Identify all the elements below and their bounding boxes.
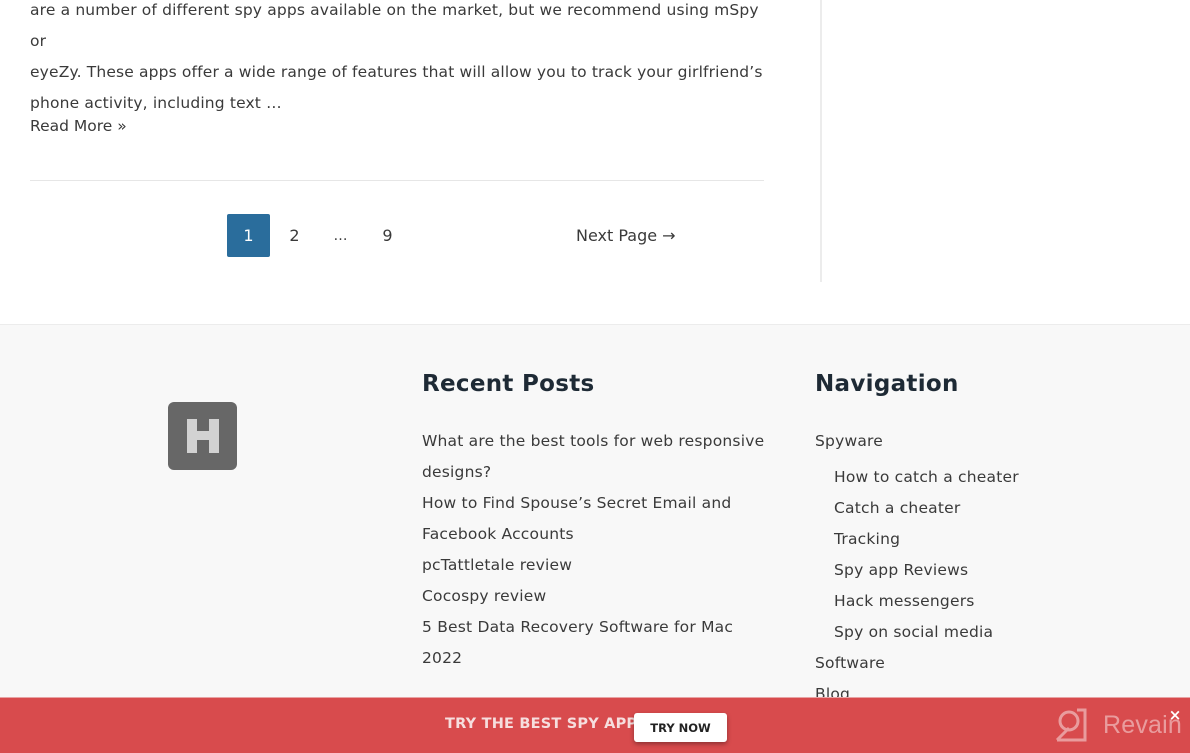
page-link-9[interactable]: 9 [366,214,409,257]
recent-posts-title: Recent Posts [422,371,595,397]
footer-widgets: Recent Posts What are the best tools for… [0,324,1190,753]
excerpt-line: phone activity, including text … [30,94,282,112]
nav-item-catch-a-cheater[interactable]: Catch a cheater [815,493,1115,524]
revain-logo-icon [1055,708,1087,742]
recent-post-link[interactable]: 5 Best Data Recovery Software for Mac 20… [422,612,772,674]
nav-item-spy-app-reviews[interactable]: Spy app Reviews [815,555,1115,586]
recent-post-link[interactable]: What are the best tools for web responsi… [422,426,772,488]
nav-item-hack-messengers[interactable]: Hack messengers [815,586,1115,617]
site-logo[interactable] [168,402,237,470]
navigation-menu: Spyware How to catch a cheater Catch a c… [815,426,1115,710]
sidebar-divider [820,0,822,282]
article-excerpt: are a number of different spy apps avail… [30,0,770,119]
revain-watermark: Revain [1055,707,1182,743]
excerpt-line: eyeZy. These apps offer a wide range of … [30,63,763,81]
pagination-ellipsis: … [333,227,348,244]
nav-item-spy-on-social-media[interactable]: Spy on social media [815,617,1115,648]
nav-item-spyware[interactable]: Spyware [815,426,1115,457]
recent-post-link[interactable]: pcTattletale review [422,550,772,581]
article-divider [30,180,764,181]
nav-item-software[interactable]: Software [815,648,1115,679]
page-link-1[interactable]: 1 [227,214,270,257]
promo-bar: TRY THE BEST SPY APP TRY NOW Revain × [0,697,1190,753]
close-icon[interactable]: × [1167,707,1183,723]
read-more-link[interactable]: Read More » [30,117,127,135]
navigation-title: Navigation [815,371,959,397]
excerpt-line: are a number of different spy apps avail… [30,1,759,50]
main-content: are a number of different spy apps avail… [0,0,1190,324]
try-now-button[interactable]: TRY NOW [634,713,727,742]
logo-h-icon [186,419,219,453]
nav-item-tracking[interactable]: Tracking [815,524,1115,555]
promo-text: TRY THE BEST SPY APP [445,716,638,732]
page-link-2[interactable]: 2 [273,214,316,257]
nav-item-how-to-catch-a-cheater[interactable]: How to catch a cheater [815,462,1115,493]
recent-post-link[interactable]: Cocospy review [422,581,772,612]
recent-posts-list: What are the best tools for web responsi… [422,426,772,674]
page: are a number of different spy apps avail… [0,0,1190,753]
recent-post-link[interactable]: How to Find Spouse’s Secret Email and Fa… [422,488,772,550]
next-page-link[interactable]: Next Page → [576,214,676,257]
